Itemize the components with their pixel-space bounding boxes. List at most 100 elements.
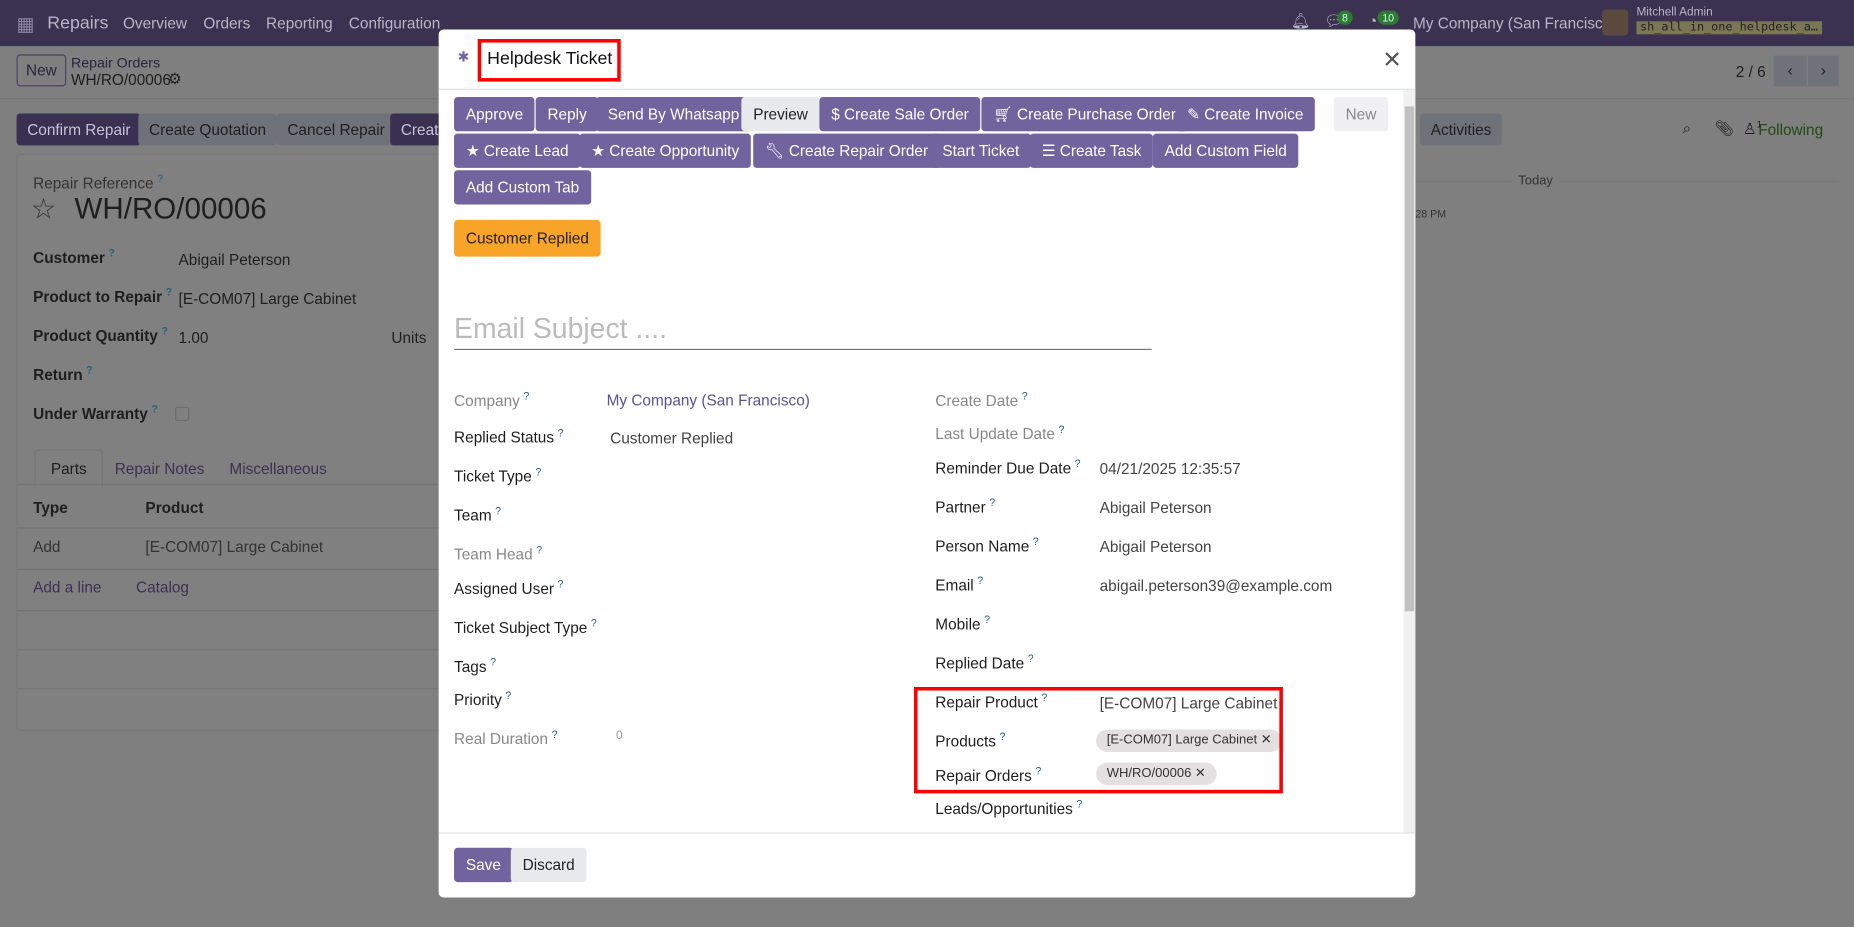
text: Create Date	[935, 391, 1019, 410]
row-product[interactable]: [E-COM07] Large Cabinet	[145, 538, 323, 556]
create-lead-button[interactable]: ★ Create Lead	[454, 133, 581, 168]
partner-value[interactable]: Abigail Peterson	[1100, 499, 1212, 517]
customer-value[interactable]: Abigail Peterson	[179, 251, 291, 269]
save-button[interactable]: Save	[454, 847, 513, 883]
star-icon[interactable]: ☆	[31, 193, 56, 227]
create-purchase-order-button[interactable]: 🛒︎ Create Purchase Order	[981, 96, 1188, 132]
warranty-checkbox[interactable]	[174, 406, 190, 421]
company-switcher[interactable]: My Company (San Francisco)	[1413, 14, 1616, 32]
wrench-icon: 🔧︎	[765, 141, 785, 160]
add-custom-field-button[interactable]: Add Custom Field	[1152, 133, 1299, 168]
clock-icon[interactable]: ◔	[1368, 12, 1377, 30]
new-button[interactable]: New	[16, 54, 67, 87]
bell-icon[interactable]: 🔔︎	[1291, 12, 1311, 31]
pager-prev-button[interactable]: ‹	[1773, 55, 1807, 87]
label-replied-date: Replied Date?	[935, 653, 1033, 672]
text: Mobile	[935, 615, 981, 633]
element: ?	[989, 496, 996, 509]
text: Person Name	[935, 537, 1030, 555]
add-custom-tab-button[interactable]: Add Custom Tab	[454, 170, 592, 205]
text: Create Invoice	[1204, 105, 1304, 123]
create-repair-order-button[interactable]: 🔧︎ Create Repair Order	[753, 133, 940, 168]
replied-status-value[interactable]: Customer Replied	[610, 429, 733, 447]
message-time: 28 PM	[1415, 208, 1447, 220]
add-line-link[interactable]: Add a line	[33, 578, 101, 596]
cancel-repair-button[interactable]: Cancel Repair	[276, 113, 396, 146]
label-person-name: Person Name?	[935, 536, 1038, 555]
following-button[interactable]: Following	[1758, 121, 1823, 139]
create-opportunity-button[interactable]: ★ Create Opportunity	[579, 133, 751, 168]
create-quotation-button[interactable]: Create Quotation	[138, 113, 277, 146]
activities-button[interactable]: Activities	[1420, 113, 1502, 146]
paperclip-icon[interactable]: 📎︎	[1714, 119, 1734, 138]
email-subject-input[interactable]	[454, 310, 1152, 350]
element: ?	[495, 504, 502, 517]
field-label: Customer?	[33, 247, 115, 266]
breadcrumb-current: WH/RO/00006	[70, 70, 171, 89]
cart-icon: 🛒︎	[993, 105, 1013, 123]
database-name: sh_all_in_one_helpdesk_a…	[1636, 21, 1822, 35]
reply-button[interactable]: Reply	[535, 96, 599, 132]
label-team-head: Team Head?	[454, 544, 542, 563]
title-highlight	[477, 39, 621, 82]
text: Team Head	[454, 545, 533, 564]
approve-button[interactable]: Approve	[454, 96, 535, 132]
pager[interactable]: 2 / 6	[1736, 63, 1766, 81]
confirm-repair-button[interactable]: Confirm Repair	[16, 113, 142, 146]
person-name-value[interactable]: Abigail Peterson	[1100, 538, 1212, 556]
repair-reference: WH/RO/00006	[74, 192, 267, 226]
search-icon[interactable]: ⌕	[1683, 119, 1692, 138]
send-whatsapp-button[interactable]: Send By Whatsapp	[595, 96, 752, 132]
element	[438, 832, 1416, 834]
menu-configuration[interactable]: Configuration	[349, 14, 440, 32]
element: ?	[108, 247, 115, 259]
repair-fields-highlight	[913, 686, 1283, 794]
field-label: Product to Repair?	[33, 286, 172, 305]
scrollbar[interactable]	[1403, 89, 1416, 833]
breadcrumb-parent[interactable]: Repair Orders	[71, 54, 160, 71]
text: Last Update Date	[935, 424, 1055, 443]
create-invoice-button[interactable]: ✎ Create Invoice	[1175, 96, 1316, 132]
text: Real Duration	[454, 729, 549, 748]
col-product[interactable]: Product	[145, 499, 203, 517]
start-ticket-button[interactable]: Start Ticket	[930, 133, 1032, 168]
product-value[interactable]: [E-COM07] Large Cabinet	[179, 290, 357, 308]
element	[17, 527, 491, 529]
tab-parts[interactable]: Parts	[34, 449, 104, 489]
element: ?	[1076, 798, 1083, 810]
email-value[interactable]: abigail.peterson39@example.com	[1100, 577, 1333, 595]
text: Replied Status	[454, 428, 555, 447]
activities-badge: 10	[1377, 10, 1399, 25]
pager-next-button[interactable]: ›	[1807, 55, 1839, 87]
field-label: Product Quantity?	[33, 325, 168, 344]
app-name[interactable]: Repairs	[47, 13, 108, 33]
scrollbar-thumb[interactable]	[1404, 106, 1415, 612]
catalog-link[interactable]: Catalog	[136, 578, 189, 596]
tab-repair-notes[interactable]: Repair Notes	[115, 460, 205, 478]
close-icon[interactable]: ✕	[1382, 45, 1402, 75]
menu-overview[interactable]: Overview	[123, 14, 187, 32]
new-button-modal[interactable]: New	[1333, 96, 1389, 132]
menu-reporting[interactable]: Reporting	[266, 14, 333, 32]
quantity-unit[interactable]: Units	[391, 329, 426, 347]
avatar[interactable]	[1602, 9, 1629, 36]
apps-menu-icon[interactable]: ▦	[17, 13, 35, 37]
preview-button[interactable]: Preview	[741, 96, 820, 132]
discard-button[interactable]: Discard	[510, 847, 587, 883]
user-name[interactable]: Mitchell Admin	[1636, 6, 1712, 19]
tab-miscellaneous[interactable]: Miscellaneous	[229, 460, 326, 478]
reminder-due-date-value[interactable]: 04/21/2025 12:35:57	[1100, 460, 1241, 478]
company-value[interactable]: My Company (San Francisco)	[607, 391, 810, 409]
text: Ticket Subject Type	[454, 618, 588, 637]
status-customer-replied[interactable]: Customer Replied	[454, 219, 601, 257]
create-task-button[interactable]: ☰ Create Task	[1029, 133, 1154, 168]
create-sale-order-button[interactable]: $ Create Sale Order	[819, 96, 981, 132]
repair-form-sheet: Repair Reference? ☆ WH/RO/00006 Customer…	[16, 153, 491, 731]
gear-icon[interactable]: ⚙	[168, 70, 182, 89]
text: Leads/Opportunities	[935, 799, 1073, 818]
row-type[interactable]: Add	[33, 538, 60, 556]
label-replied-status: Replied Status?	[454, 427, 563, 446]
col-type[interactable]: Type	[33, 499, 68, 517]
quantity-value[interactable]: 1.00	[179, 329, 209, 347]
menu-orders[interactable]: Orders	[203, 14, 250, 32]
